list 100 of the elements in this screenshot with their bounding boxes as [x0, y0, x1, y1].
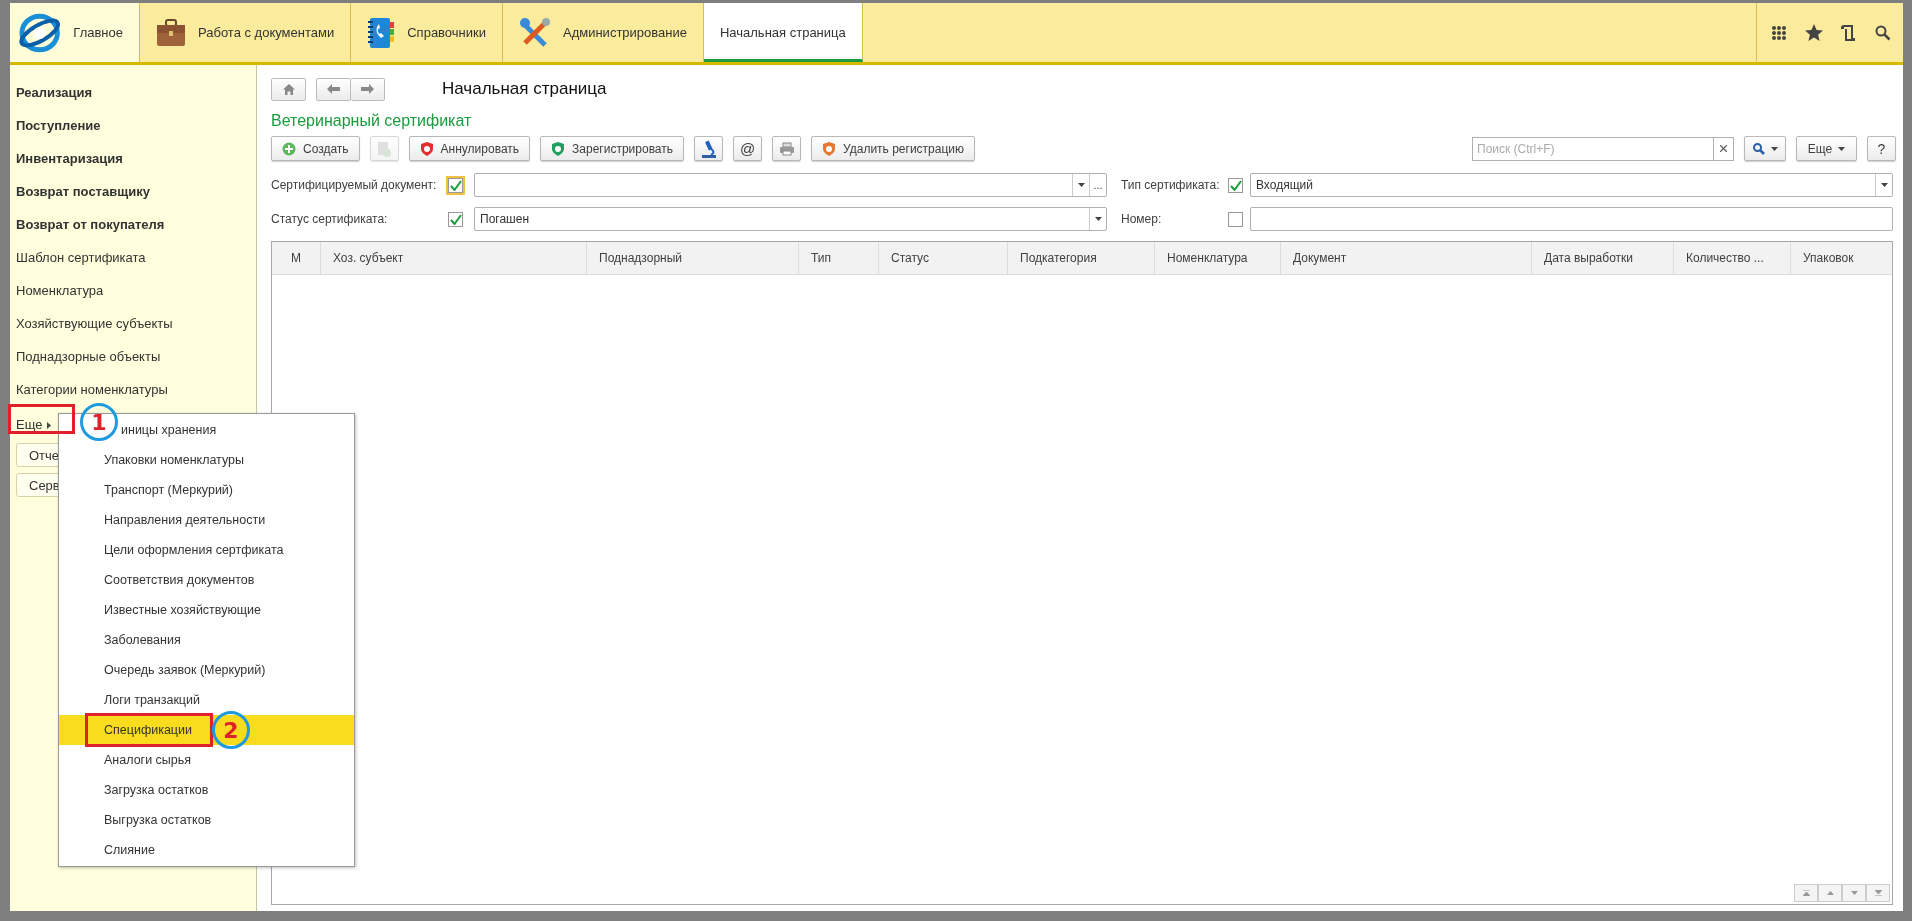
more-link[interactable]: Еще	[16, 413, 52, 437]
menu-item[interactable]: Заболевания	[59, 625, 354, 655]
briefcase-icon	[156, 18, 186, 47]
first-icon	[1802, 890, 1810, 896]
section-tab[interactable]: Начальная страница	[703, 3, 863, 62]
column-header[interactable]: Документ	[1281, 242, 1532, 274]
address-book-icon	[367, 16, 396, 49]
menu-item[interactable]: Соответствия документов	[59, 565, 354, 595]
last-row-button[interactable]	[1866, 884, 1890, 902]
print-button[interactable]	[772, 136, 802, 161]
menu-item[interactable]: Слияние	[59, 835, 354, 865]
caret-icon	[1880, 183, 1888, 187]
menu-item[interactable]: иницы хранения	[121, 415, 354, 445]
favorites-button[interactable]	[1805, 24, 1823, 41]
menu-item[interactable]: Очередь заявок (Меркурий)	[59, 655, 354, 685]
sidebar-link[interactable]: Инвентаризация	[16, 149, 256, 182]
checkbox[interactable]	[448, 211, 463, 227]
column-header[interactable]: Номенклатура	[1155, 242, 1281, 274]
column-header[interactable]: Тип	[799, 242, 879, 274]
sidebar-link[interactable]: Реализация	[16, 83, 256, 116]
search-icon	[1752, 142, 1765, 155]
shield-icon	[822, 140, 837, 157]
last-icon	[1874, 890, 1882, 896]
help-button[interactable]: ?	[1867, 136, 1896, 161]
sidebar-link[interactable]: Возврат от покупателя	[16, 215, 256, 248]
email-button[interactable]: @	[733, 136, 763, 161]
menu-item[interactable]: Выгрузка остатков	[59, 805, 354, 835]
column-header[interactable]: Хоз. субъект	[321, 242, 587, 274]
filter-label: Тип сертификата:	[1121, 178, 1221, 192]
grid-icon	[1771, 24, 1787, 41]
menu-item[interactable]: Цели оформления сертфиката	[59, 535, 354, 565]
unregister-button[interactable]: Удалить регистрацию	[811, 136, 976, 161]
dropdown-field[interactable]: Погашен	[474, 207, 1107, 231]
logo-icon	[18, 12, 62, 53]
checkbox[interactable]	[1228, 177, 1243, 193]
sidebar-link[interactable]: Возврат поставщику	[16, 182, 256, 215]
first-row-button[interactable]	[1794, 884, 1818, 902]
checkbox[interactable]	[1228, 211, 1243, 227]
column-header[interactable]: Статус	[879, 242, 1008, 274]
printer-icon	[778, 141, 795, 156]
back-button[interactable]	[316, 77, 351, 101]
caret-icon	[1077, 183, 1085, 187]
apps-grid-button[interactable]	[1771, 24, 1787, 41]
register-button[interactable]: Зарегистрировать	[540, 136, 685, 161]
menu-item[interactable]: Направления деятельности	[59, 505, 354, 535]
dropdown-field[interactable]: Входящий	[1250, 173, 1893, 197]
column-header[interactable]: М	[272, 242, 321, 274]
section-tab[interactable]: Главное	[10, 3, 140, 62]
more-button[interactable]: Еще	[1796, 136, 1857, 161]
create-button[interactable]: Создать	[271, 136, 360, 161]
shield-icon	[551, 140, 566, 157]
column-header[interactable]: Подкатегория	[1008, 242, 1155, 274]
sidebar-link[interactable]: Хозяйствующие субъекты	[16, 314, 256, 347]
menu-item[interactable]: Транспорт (Меркурий)	[59, 475, 354, 505]
check-icon	[1229, 179, 1242, 191]
history-button[interactable]	[1841, 23, 1857, 42]
search-button[interactable]	[1875, 24, 1891, 41]
cancel-button[interactable]: Аннулировать	[408, 136, 531, 161]
select-button[interactable]: ...	[1089, 174, 1106, 196]
forward-button[interactable]	[351, 77, 385, 101]
menu-item[interactable]: Упаковки номенклатуры	[59, 445, 354, 475]
check-icon	[449, 213, 462, 225]
filter-label: Сертифицируемый документ:	[271, 178, 438, 192]
document-icon	[377, 140, 392, 157]
column-header[interactable]: Дата выработки	[1532, 242, 1674, 274]
menu-item[interactable]: Загрузка остатков	[59, 775, 354, 805]
caret-icon	[1838, 146, 1846, 151]
home-button[interactable]	[271, 77, 306, 101]
search-icon	[1875, 24, 1891, 41]
column-header[interactable]: Поднадзорный	[587, 242, 799, 274]
filter-label: Статус сертификата:	[271, 212, 389, 226]
sidebar-link[interactable]: Поступление	[16, 116, 256, 149]
check-icon	[449, 179, 462, 191]
search-field[interactable]: Поиск (Ctrl+F)	[1472, 136, 1713, 161]
sidebar-link[interactable]: Поднадзорные объекты	[16, 347, 256, 380]
step-marker: 2	[212, 711, 250, 749]
search-options-button[interactable]	[1744, 136, 1786, 161]
caret-icon	[1770, 146, 1778, 151]
form-title: Ветеринарный сертификат	[271, 112, 473, 130]
page-title: Начальная страница	[442, 79, 607, 99]
menu-item[interactable]: Известные хозяйствующие	[59, 595, 354, 625]
dropdown-field[interactable]: ...	[474, 173, 1107, 197]
caret-icon	[1850, 891, 1858, 895]
microscope-button[interactable]	[694, 136, 724, 161]
shield-icon	[419, 140, 434, 157]
caret-icon	[1094, 217, 1102, 221]
previous-row-button[interactable]	[1818, 884, 1842, 902]
input-field[interactable]	[1250, 207, 1893, 231]
microscope-icon	[700, 139, 717, 158]
clear-button[interactable]	[1713, 136, 1734, 161]
sidebar-link[interactable]: Номенклатура	[16, 281, 256, 314]
step-marker: 1	[80, 403, 118, 441]
caret-up-icon	[1826, 891, 1834, 895]
arrow-left-icon	[327, 84, 340, 94]
column-header[interactable]: Упаковок	[1791, 242, 1892, 274]
filter-label: Номер:	[1121, 212, 1163, 226]
next-row-button[interactable]	[1842, 884, 1866, 902]
sidebar-link[interactable]: Шаблон сертификата	[16, 248, 256, 281]
column-header[interactable]: Количество ...	[1674, 242, 1791, 274]
home-icon	[282, 83, 295, 95]
